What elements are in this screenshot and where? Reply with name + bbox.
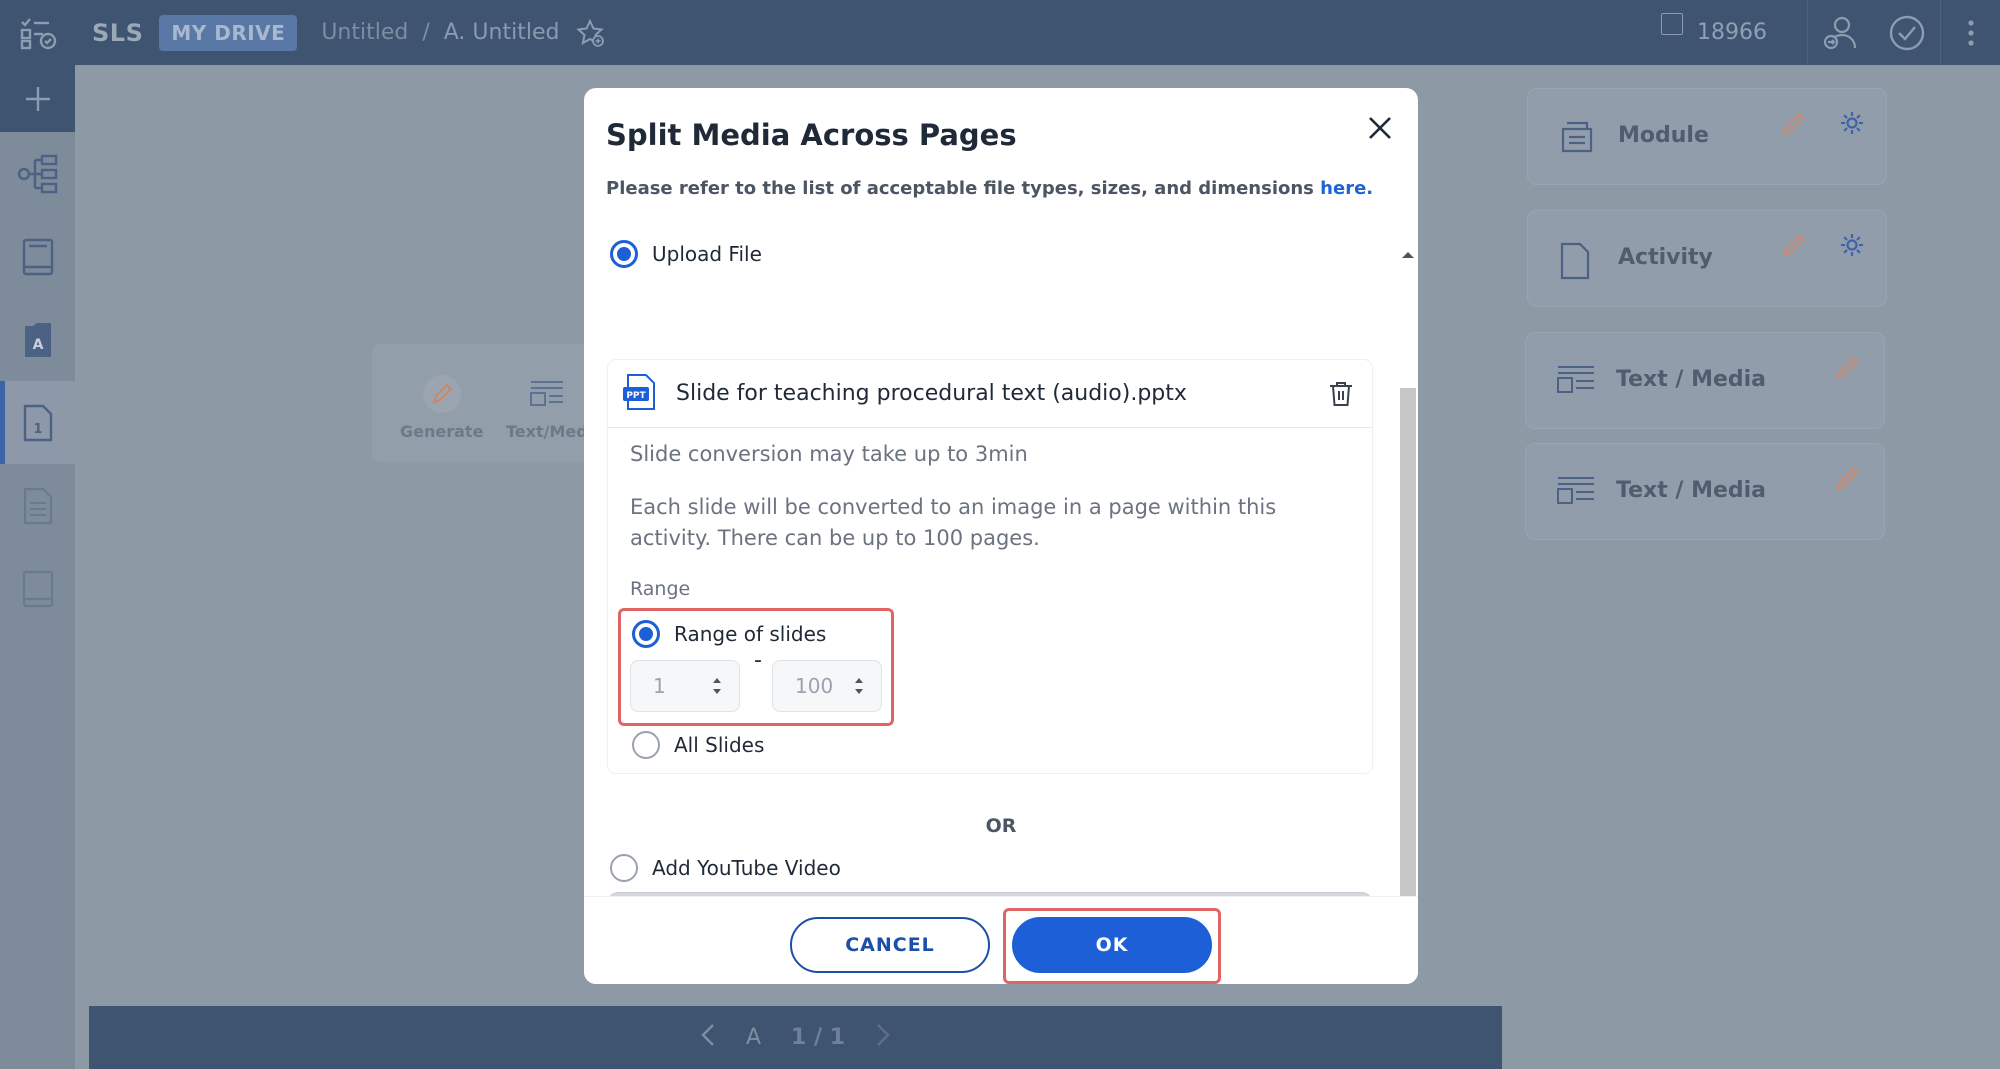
generate-label: Generate bbox=[400, 422, 484, 441]
user-login-icon[interactable] bbox=[1808, 0, 1874, 65]
notebook-icon[interactable] bbox=[0, 547, 75, 630]
panel-card-label: Text / Media bbox=[1616, 478, 1767, 503]
page-one-icon[interactable]: 1 bbox=[0, 381, 75, 464]
or-divider: OR bbox=[985, 815, 1017, 837]
panel-card-text-media[interactable]: Text / Media bbox=[1525, 443, 1885, 540]
breadcrumb-separator: / bbox=[422, 20, 430, 45]
pencil-icon bbox=[422, 375, 461, 413]
file-type-badge: PPT bbox=[626, 391, 646, 401]
range-from-value: 1 bbox=[653, 674, 666, 698]
top-bar: SLS MY DRIVE Untitled / A. Untitled 1896… bbox=[0, 0, 2000, 65]
stepper-arrows-icon[interactable] bbox=[711, 675, 723, 697]
edit-pencil-icon[interactable] bbox=[1834, 353, 1862, 385]
upload-file-label: Upload File bbox=[652, 242, 762, 266]
youtube-radio[interactable] bbox=[610, 854, 638, 882]
conversion-description: Each slide will be converted to an image… bbox=[630, 495, 1277, 550]
section-label: A bbox=[745, 1025, 762, 1050]
panel-card-module[interactable]: Module bbox=[1527, 88, 1887, 185]
generate-tool[interactable]: Generate bbox=[400, 374, 483, 441]
range-of-slides-option[interactable]: Range of slides bbox=[632, 620, 826, 648]
all-slides-option[interactable]: All Slides bbox=[632, 731, 764, 759]
structure-tree-icon[interactable] bbox=[0, 132, 75, 215]
page-navigation: A 1 / 1 bbox=[89, 1006, 1502, 1069]
close-icon[interactable] bbox=[1358, 106, 1402, 150]
range-from-stepper[interactable]: 1 bbox=[630, 660, 740, 712]
more-menu-icon[interactable] bbox=[1940, 0, 2000, 65]
range-separator: - bbox=[754, 648, 762, 673]
upload-file-radio[interactable] bbox=[610, 240, 638, 268]
module-icon bbox=[1558, 119, 1596, 159]
dialog-scrollbar[interactable] bbox=[1396, 248, 1416, 964]
conversion-time-note: Slide conversion may take up to 3min bbox=[630, 442, 1028, 466]
panel-card-activity[interactable]: Activity bbox=[1527, 210, 1887, 307]
file-requirements-note: Please refer to the list of acceptable f… bbox=[606, 178, 1373, 199]
points-count: 18966 bbox=[1697, 20, 1767, 45]
range-to-value: 100 bbox=[795, 674, 834, 698]
dialog-body: Please refer to the list of acceptable f… bbox=[584, 168, 1418, 966]
page-indicator: 1 / 1 bbox=[791, 1025, 846, 1050]
app-logo[interactable]: SLS bbox=[92, 19, 143, 47]
check-circle-icon[interactable] bbox=[1874, 0, 1940, 65]
points-icon bbox=[1661, 12, 1683, 35]
all-slides-label: All Slides bbox=[674, 733, 765, 757]
text-media-tool[interactable]: Text/Med bbox=[506, 374, 588, 441]
split-media-dialog: Split Media Across Pages Please refer to… bbox=[584, 88, 1418, 984]
dialog-footer: CANCEL OK bbox=[584, 896, 1418, 984]
add-icon[interactable] bbox=[0, 65, 75, 132]
edit-pencil-icon[interactable] bbox=[1780, 231, 1808, 263]
pptx-file-icon: PPT bbox=[622, 373, 658, 415]
youtube-option[interactable]: Add YouTube Video bbox=[610, 854, 841, 882]
delete-trash-icon[interactable] bbox=[1328, 380, 1354, 412]
favorite-star-icon[interactable] bbox=[575, 18, 605, 48]
range-to-stepper[interactable]: 100 bbox=[772, 660, 882, 712]
uploaded-file-name: Slide for teaching procedural text (audi… bbox=[676, 381, 1187, 406]
file-requirements-link[interactable]: here. bbox=[1320, 178, 1373, 199]
panel-card-label: Activity bbox=[1618, 245, 1713, 270]
left-rail: A 1 bbox=[0, 65, 75, 1069]
youtube-label: Add YouTube Video bbox=[652, 856, 841, 880]
panel-card-text-media[interactable]: Text / Media bbox=[1525, 332, 1885, 429]
note-text: Please refer to the list of acceptable f… bbox=[606, 178, 1321, 199]
prev-page-icon[interactable] bbox=[700, 1022, 716, 1054]
upload-file-option[interactable]: Upload File bbox=[610, 240, 762, 268]
edit-pencil-icon[interactable] bbox=[1780, 109, 1808, 141]
uploaded-file-panel: PPT Slide for teaching procedural text (… bbox=[608, 360, 1372, 773]
text-media-icon bbox=[529, 381, 563, 406]
section-a-icon[interactable]: A bbox=[0, 298, 75, 381]
scrollbar-thumb[interactable] bbox=[1400, 388, 1416, 940]
add-content-toolbar: Generate Text/Med bbox=[372, 344, 602, 462]
activity-icon bbox=[1558, 241, 1592, 285]
my-drive-badge[interactable]: MY DRIVE bbox=[159, 14, 298, 51]
svg-text:1: 1 bbox=[33, 422, 42, 437]
all-slides-radio[interactable] bbox=[632, 731, 660, 759]
settings-gear-icon[interactable] bbox=[1838, 109, 1866, 141]
ok-button[interactable]: OK bbox=[1012, 917, 1212, 973]
range-of-slides-label: Range of slides bbox=[674, 622, 827, 646]
text-media-icon bbox=[1556, 474, 1596, 512]
breadcrumb-current: A. Untitled bbox=[443, 20, 560, 45]
dialog-title: Split Media Across Pages bbox=[606, 118, 1017, 152]
edit-pencil-icon[interactable] bbox=[1834, 464, 1862, 496]
next-page-icon[interactable] bbox=[875, 1022, 891, 1054]
points-counter: 18966 bbox=[1661, 0, 1808, 65]
book-icon[interactable] bbox=[0, 215, 75, 298]
text-media-label: Text/Med bbox=[506, 422, 588, 441]
stepper-arrows-icon[interactable] bbox=[853, 675, 865, 697]
cancel-button[interactable]: CANCEL bbox=[790, 917, 990, 973]
panel-card-label: Text / Media bbox=[1616, 367, 1767, 392]
tasks-icon[interactable] bbox=[0, 0, 75, 65]
panel-card-label: Module bbox=[1618, 123, 1709, 148]
uploaded-file-header: PPT Slide for teaching procedural text (… bbox=[608, 360, 1372, 428]
document-icon[interactable] bbox=[0, 464, 75, 547]
settings-gear-icon[interactable] bbox=[1838, 231, 1866, 263]
breadcrumb-root[interactable]: Untitled bbox=[321, 20, 408, 45]
text-media-icon bbox=[1556, 363, 1596, 401]
range-label: Range bbox=[630, 578, 691, 600]
range-of-slides-radio[interactable] bbox=[632, 620, 660, 648]
svg-text:A: A bbox=[32, 337, 43, 353]
